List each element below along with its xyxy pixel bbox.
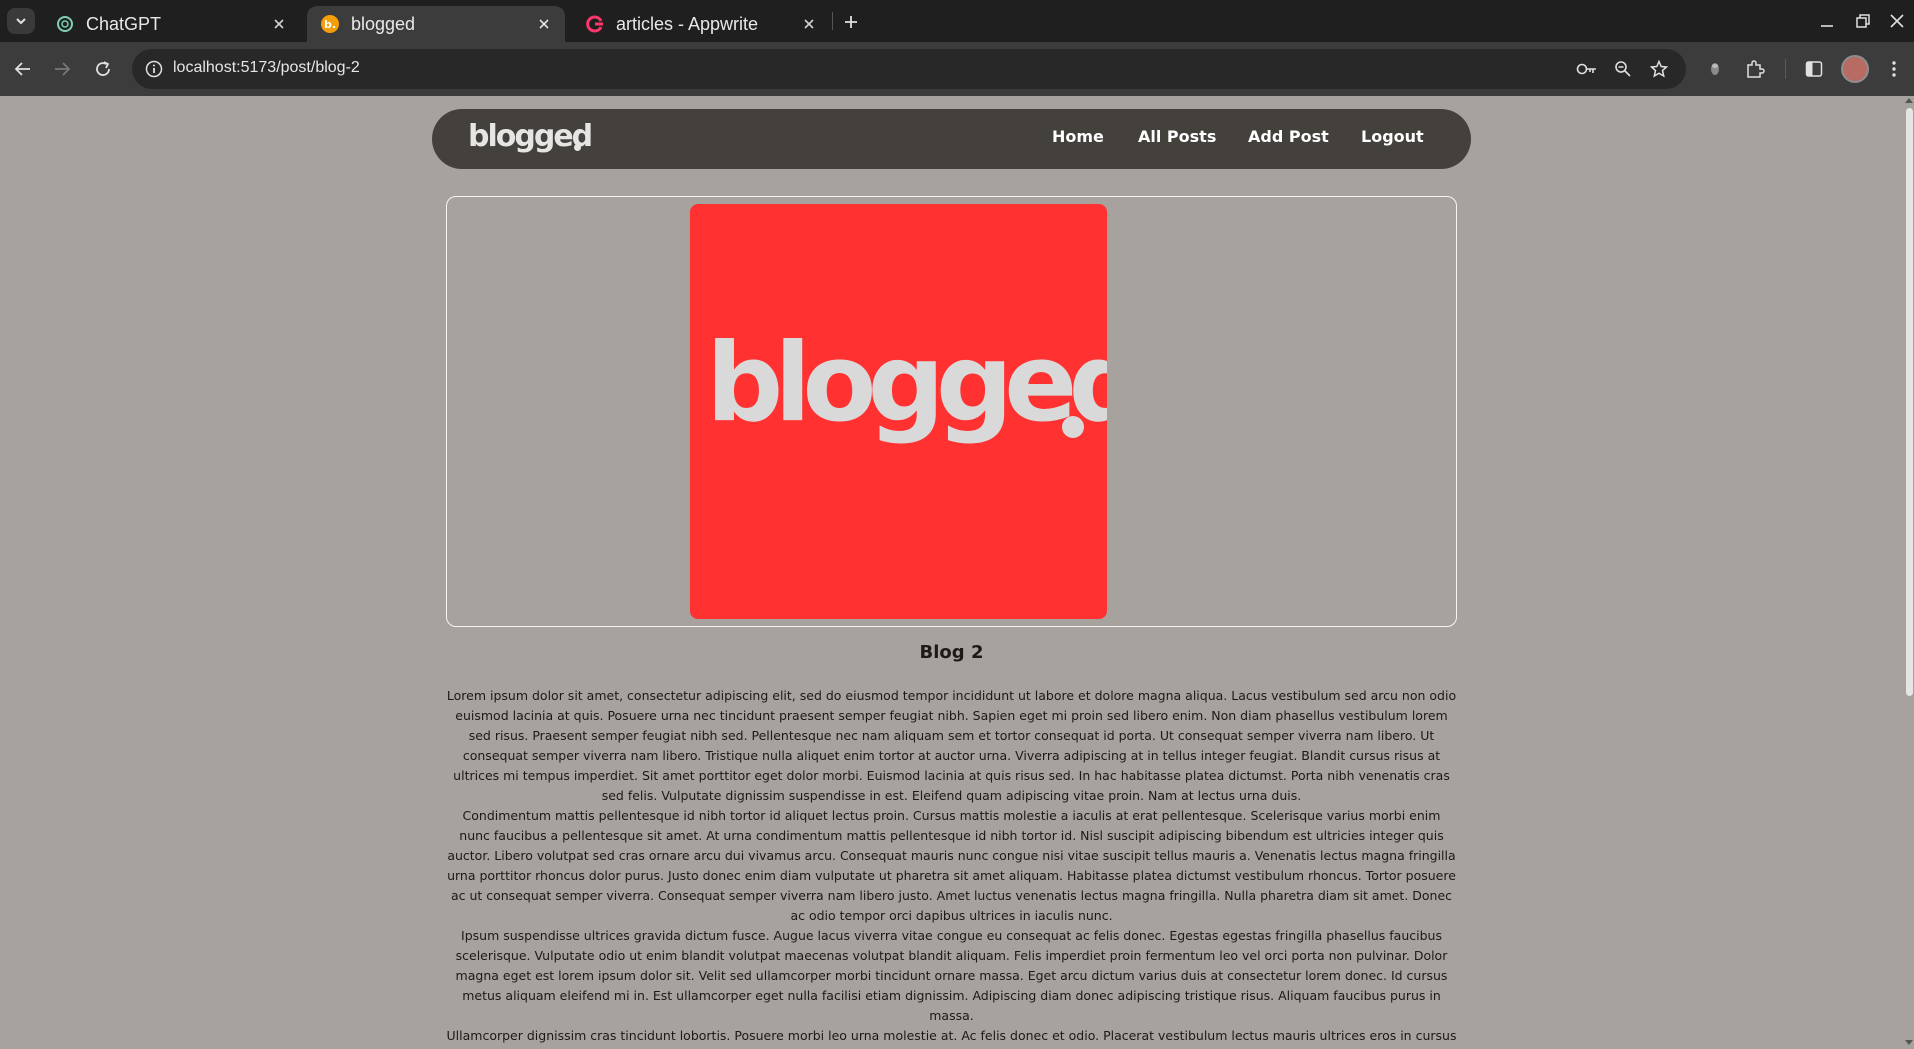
tab-search-button[interactable] xyxy=(7,8,35,34)
tab-blogged[interactable]: b. blogged xyxy=(307,6,565,42)
logo-dot xyxy=(574,144,581,151)
extension-badge-icon[interactable] xyxy=(1701,55,1729,83)
reload-button[interactable] xyxy=(88,54,118,84)
key-icon[interactable] xyxy=(1575,57,1599,81)
bookmark-star-icon[interactable] xyxy=(1647,57,1671,81)
site-info-icon[interactable] xyxy=(142,57,166,81)
post-paragraph: Ullamcorper dignissim cras tincidunt lob… xyxy=(446,1028,1457,1049)
new-tab-button[interactable] xyxy=(838,9,864,35)
close-icon xyxy=(1890,14,1904,28)
url-text[interactable]: localhost:5173/post/blog-2 xyxy=(173,59,360,77)
appwrite-favicon-icon xyxy=(586,15,604,33)
nav-home-link[interactable]: Home xyxy=(1052,127,1104,146)
site-logo[interactable]: blogged xyxy=(468,119,593,154)
back-button[interactable] xyxy=(8,54,38,84)
minimize-button[interactable] xyxy=(1815,9,1839,33)
page-viewport: blogged Home All Posts Add Post Logout b… xyxy=(0,96,1914,1049)
close-tab-icon[interactable] xyxy=(535,15,553,33)
close-tab-icon[interactable] xyxy=(270,15,288,33)
featured-image-logo-text: blogged xyxy=(706,321,1107,446)
tab-chatgpt[interactable]: ChatGPT xyxy=(42,6,300,42)
side-panel-icon[interactable] xyxy=(1800,55,1828,83)
scrollbar-thumb[interactable] xyxy=(1906,108,1913,696)
scroll-up-arrow-icon[interactable] xyxy=(1905,98,1913,103)
tab-separator xyxy=(832,12,833,30)
site-header: blogged Home All Posts Add Post Logout xyxy=(432,109,1471,169)
post-paragraph: Condimentum mattis pellentesque id nibh … xyxy=(447,808,1456,923)
toolbar-separator xyxy=(1785,59,1786,79)
zoom-icon[interactable] xyxy=(1611,57,1635,81)
nav-add-post-link[interactable]: Add Post xyxy=(1248,127,1329,146)
post-paragraph: Lorem ipsum dolor sit amet, consectetur … xyxy=(446,688,1457,803)
tab-title: ChatGPT xyxy=(86,13,162,34)
featured-image-logo-dot xyxy=(1062,416,1084,438)
chevron-down-icon xyxy=(16,18,26,25)
browser-tab-bar: ChatGPT b. blogged articles - Appwrite xyxy=(0,0,1914,42)
more-menu-icon[interactable] xyxy=(1880,55,1908,83)
tab-title: articles - Appwrite xyxy=(616,13,759,34)
minimize-icon xyxy=(1821,25,1833,27)
reload-icon xyxy=(96,61,110,76)
close-window-button[interactable] xyxy=(1885,9,1909,33)
post-content: Lorem ipsum dolor sit amet, consectetur … xyxy=(446,686,1457,1049)
plus-icon xyxy=(845,16,857,28)
arrow-left-icon xyxy=(14,62,30,76)
nav-logout-button[interactable]: Logout xyxy=(1361,127,1424,146)
page-scrollbar[interactable] xyxy=(1904,96,1914,1049)
post-paragraph: Ipsum suspendisse ultrices gravida dictu… xyxy=(455,928,1448,1023)
post-title: Blog 2 xyxy=(919,642,984,663)
browser-toolbar: localhost:5173/post/blog-2 xyxy=(0,42,1914,96)
featured-image: blogged xyxy=(690,204,1107,619)
tab-appwrite[interactable]: articles - Appwrite xyxy=(572,6,830,42)
extensions-puzzle-icon[interactable] xyxy=(1741,55,1769,83)
blogged-favicon-icon: b. xyxy=(321,15,339,33)
close-tab-icon[interactable] xyxy=(800,15,818,33)
scroll-down-arrow-icon[interactable] xyxy=(1905,1040,1913,1045)
nav-all-posts-link[interactable]: All Posts xyxy=(1138,127,1216,146)
address-bar[interactable]: localhost:5173/post/blog-2 xyxy=(132,49,1686,89)
restore-icon xyxy=(1856,14,1870,28)
arrow-right-icon xyxy=(55,62,71,76)
profile-avatar[interactable] xyxy=(1841,55,1869,83)
tab-title: blogged xyxy=(351,13,416,34)
featured-image-container: blogged xyxy=(446,196,1457,627)
forward-button[interactable] xyxy=(47,54,77,84)
restore-button[interactable] xyxy=(1851,9,1875,33)
chatgpt-favicon-icon xyxy=(56,15,74,33)
